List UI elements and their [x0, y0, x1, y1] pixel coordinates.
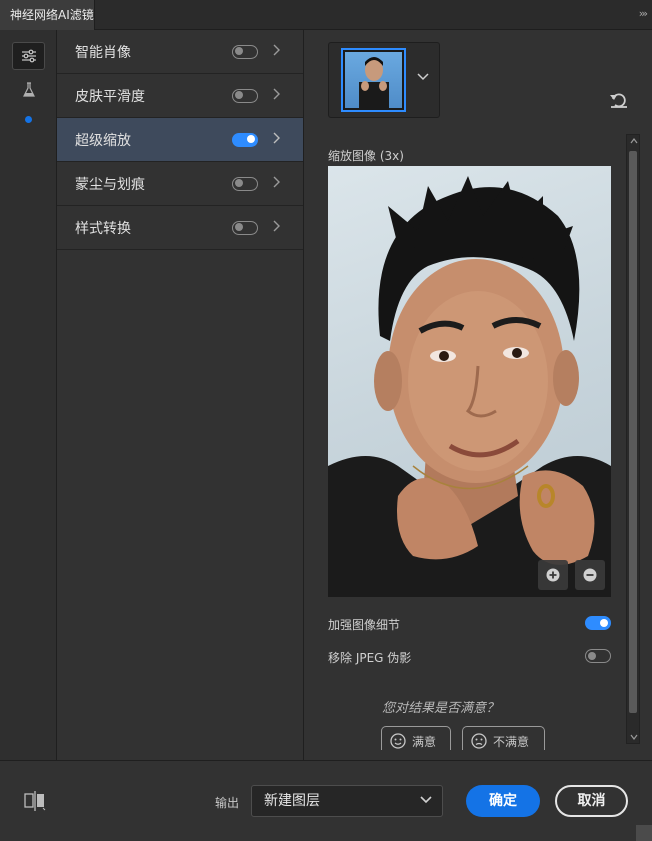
cancel-button[interactable]: 取消: [555, 785, 628, 817]
chevron-right-icon[interactable]: [272, 220, 280, 232]
output-label: 输出: [215, 796, 240, 810]
filter-row-style-transfer[interactable]: 样式转换: [57, 206, 303, 250]
scrollbar-thumb[interactable]: [629, 151, 637, 713]
chevron-down-icon: [420, 796, 432, 804]
compare-split-icon[interactable]: [24, 791, 46, 811]
filter-row-skin-smoothing[interactable]: 皮肤平滑度: [57, 74, 303, 118]
source-thumbnail-picker[interactable]: [328, 42, 440, 118]
panel-tab[interactable]: 神经网络AI滤镜: [0, 0, 95, 30]
output-select[interactable]: 新建图层: [251, 785, 443, 817]
chevron-right-icon[interactable]: [272, 132, 280, 144]
unsatisfied-button[interactable]: 不满意: [462, 726, 545, 750]
filter-toggle[interactable]: [232, 176, 258, 191]
filter-row-dust-scratches[interactable]: 蒙尘与划痕: [57, 162, 303, 206]
preview-title: 缩放图像 (3x): [328, 149, 404, 163]
filter-label: 超级缩放: [75, 132, 131, 149]
zoomed-image-preview[interactable]: [328, 166, 611, 597]
chevron-right-icon[interactable]: [272, 44, 280, 56]
remove-jpeg-artifacts-toggle[interactable]: [585, 649, 611, 663]
filter-toggle[interactable]: [232, 88, 258, 103]
reset-icon[interactable]: [609, 92, 629, 108]
dialog-footer: 输出 新建图层 确定 取消: [0, 760, 652, 841]
filter-toggle[interactable]: [232, 132, 258, 147]
unsatisfied-label: 不满意: [493, 735, 530, 749]
chevron-right-icon[interactable]: [272, 88, 280, 100]
resize-grip[interactable]: [636, 825, 652, 841]
chevron-right-icon[interactable]: [272, 176, 280, 188]
filter-row-super-zoom[interactable]: 超级缩放: [57, 118, 303, 162]
settings-scrollbar[interactable]: [626, 134, 640, 744]
flask-rail-button[interactable]: [12, 76, 45, 104]
filter-row-smart-portrait[interactable]: 智能肖像: [57, 30, 303, 74]
output-select-value: 新建图层: [264, 793, 320, 809]
filter-label: 蒙尘与划痕: [75, 176, 145, 193]
filter-label: 皮肤平滑度: [75, 88, 145, 105]
smile-icon: [390, 733, 406, 749]
feedback-question: 您对结果是否满意？: [382, 701, 500, 716]
ok-button[interactable]: 确定: [466, 785, 540, 817]
collapse-panel-icon[interactable]: ›››: [639, 7, 648, 20]
flask-icon: [22, 82, 35, 97]
remove-jpeg-artifacts-label: 移除 JPEG 伪影: [328, 651, 412, 665]
zoom-in-button[interactable]: [538, 560, 568, 590]
filter-label: 样式转换: [75, 220, 131, 237]
panel-titlebar: 神经网络AI滤镜 ›››: [0, 0, 652, 30]
minus-circle-icon: [583, 568, 597, 582]
filter-toggle[interactable]: [232, 220, 258, 235]
satisfied-button[interactable]: 满意: [381, 726, 451, 750]
enhance-detail-toggle[interactable]: [585, 616, 611, 630]
satisfied-label: 满意: [412, 735, 437, 749]
filter-label: 智能肖像: [75, 44, 131, 61]
enhance-detail-label: 加强图像细节: [328, 618, 401, 632]
active-indicator-dot: [25, 116, 32, 123]
source-thumbnail[interactable]: [341, 48, 406, 112]
chevron-down-icon[interactable]: [417, 73, 429, 81]
filter-settings-panel: 缩放图像 (3x) 加强图像细节 移除 JPEG 伪影 您对结果是否满意？ 满意…: [304, 30, 652, 760]
filters-icon: [21, 49, 36, 63]
filters-rail-button[interactable]: [12, 42, 45, 70]
filter-list: 智能肖像 皮肤平滑度 超级缩放 蒙尘与划痕 样式转换: [57, 30, 304, 760]
scroll-down-icon[interactable]: [630, 734, 638, 740]
frown-icon: [471, 733, 487, 749]
left-rail: [0, 30, 57, 760]
zoom-out-button[interactable]: [575, 560, 605, 590]
plus-circle-icon: [546, 568, 560, 582]
filter-toggle[interactable]: [232, 44, 258, 59]
portrait-image: [328, 176, 611, 597]
scroll-up-icon[interactable]: [630, 138, 638, 144]
